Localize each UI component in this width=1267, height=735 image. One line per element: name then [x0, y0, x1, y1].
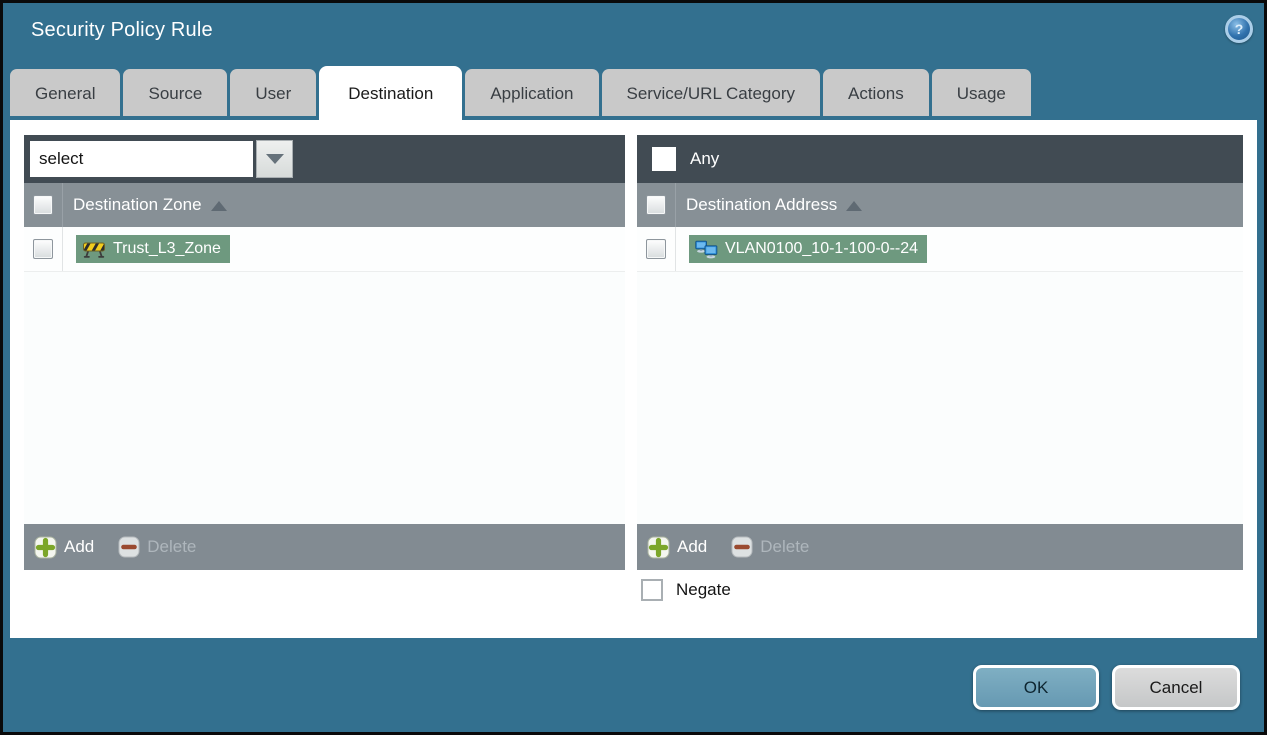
address-select-all-checkbox[interactable]: [646, 195, 666, 215]
zone-column-header-row: Destination Zone: [24, 183, 625, 227]
address-toolbar: Any: [637, 135, 1243, 183]
sort-ascending-icon: [846, 201, 863, 211]
address-column-header-row: Destination Address: [637, 183, 1243, 227]
address-row-checkbox[interactable]: [646, 239, 666, 259]
delete-icon: [731, 536, 753, 558]
chevron-down-icon: [265, 154, 284, 164]
zone-type-select-value[interactable]: select: [30, 141, 253, 177]
tab-user[interactable]: User: [230, 69, 317, 116]
address-column-header[interactable]: Destination Address: [686, 183, 863, 227]
zone-column-header[interactable]: Destination Zone: [73, 183, 227, 227]
delete-icon: [118, 536, 140, 558]
zone-add-label: Add: [64, 537, 95, 556]
destination-address-panel: Any Destination Address VLAN0100_10-1-10…: [637, 135, 1243, 570]
tab-bar: General Source User Destination Applicat…: [10, 66, 1031, 120]
tab-service-url-category[interactable]: Service/URL Category: [601, 69, 820, 116]
zone-type-select[interactable]: select: [30, 140, 293, 178]
zone-delete-button[interactable]: Delete: [118, 536, 196, 558]
add-icon: [647, 536, 670, 559]
destination-zone-panel: select Destination Zone Trust_L3_Zone Ad…: [24, 135, 625, 570]
help-icon[interactable]: ?: [1225, 15, 1253, 43]
zone-type-select-dropdown-button[interactable]: [256, 140, 293, 178]
tab-general[interactable]: General: [10, 69, 121, 116]
address-add-button[interactable]: Add: [647, 536, 707, 559]
zone-row-checkbox[interactable]: [33, 239, 53, 259]
any-checkbox-label: Any: [690, 149, 720, 168]
zone-list: Trust_L3_Zone: [24, 227, 625, 524]
cancel-button[interactable]: Cancel: [1112, 665, 1240, 710]
zone-delete-label: Delete: [147, 537, 197, 556]
tab-destination[interactable]: Destination: [319, 66, 463, 120]
address-column-header-label: Destination Address: [686, 195, 838, 214]
tab-usage[interactable]: Usage: [931, 69, 1031, 116]
address-item-chip[interactable]: VLAN0100_10-1-100-0--24: [689, 235, 928, 263]
address-add-label: Add: [677, 537, 708, 556]
zone-toolbar: select: [24, 135, 625, 183]
any-checkbox[interactable]: [652, 147, 676, 171]
negate-checkbox[interactable]: [641, 579, 663, 601]
sort-ascending-icon: [210, 201, 227, 211]
add-icon: [34, 536, 57, 559]
zone-item-chip[interactable]: Trust_L3_Zone: [76, 235, 230, 263]
tab-source[interactable]: Source: [123, 69, 228, 116]
table-row: Trust_L3_Zone: [24, 227, 625, 272]
negate-row: Negate: [641, 579, 731, 601]
zone-item-label: Trust_L3_Zone: [113, 240, 221, 257]
destination-tab-content: select Destination Zone Trust_L3_Zone Ad…: [10, 120, 1257, 638]
tab-application[interactable]: Application: [465, 69, 599, 116]
address-footer-bar: Add Delete: [637, 524, 1243, 570]
zone-add-button[interactable]: Add: [34, 536, 94, 559]
address-list: VLAN0100_10-1-100-0--24: [637, 227, 1243, 524]
zone-footer-bar: Add Delete: [24, 524, 625, 570]
network-address-icon: [695, 240, 718, 259]
address-item-label: VLAN0100_10-1-100-0--24: [725, 240, 919, 257]
security-policy-rule-dialog: Security Policy Rule ? General Source Us…: [0, 0, 1267, 735]
help-glyph: ?: [1234, 21, 1244, 37]
table-row: VLAN0100_10-1-100-0--24: [637, 227, 1243, 272]
dialog-action-buttons: OK Cancel: [973, 665, 1240, 710]
address-delete-button[interactable]: Delete: [731, 536, 809, 558]
page-title: Security Policy Rule: [31, 19, 213, 41]
negate-checkbox-label: Negate: [676, 580, 731, 599]
zone-column-header-label: Destination Zone: [73, 195, 202, 214]
ok-button[interactable]: OK: [973, 665, 1099, 710]
tab-actions[interactable]: Actions: [823, 69, 929, 116]
zone-select-all-checkbox[interactable]: [33, 195, 53, 215]
zone-icon: [82, 241, 106, 258]
address-delete-label: Delete: [760, 537, 810, 556]
